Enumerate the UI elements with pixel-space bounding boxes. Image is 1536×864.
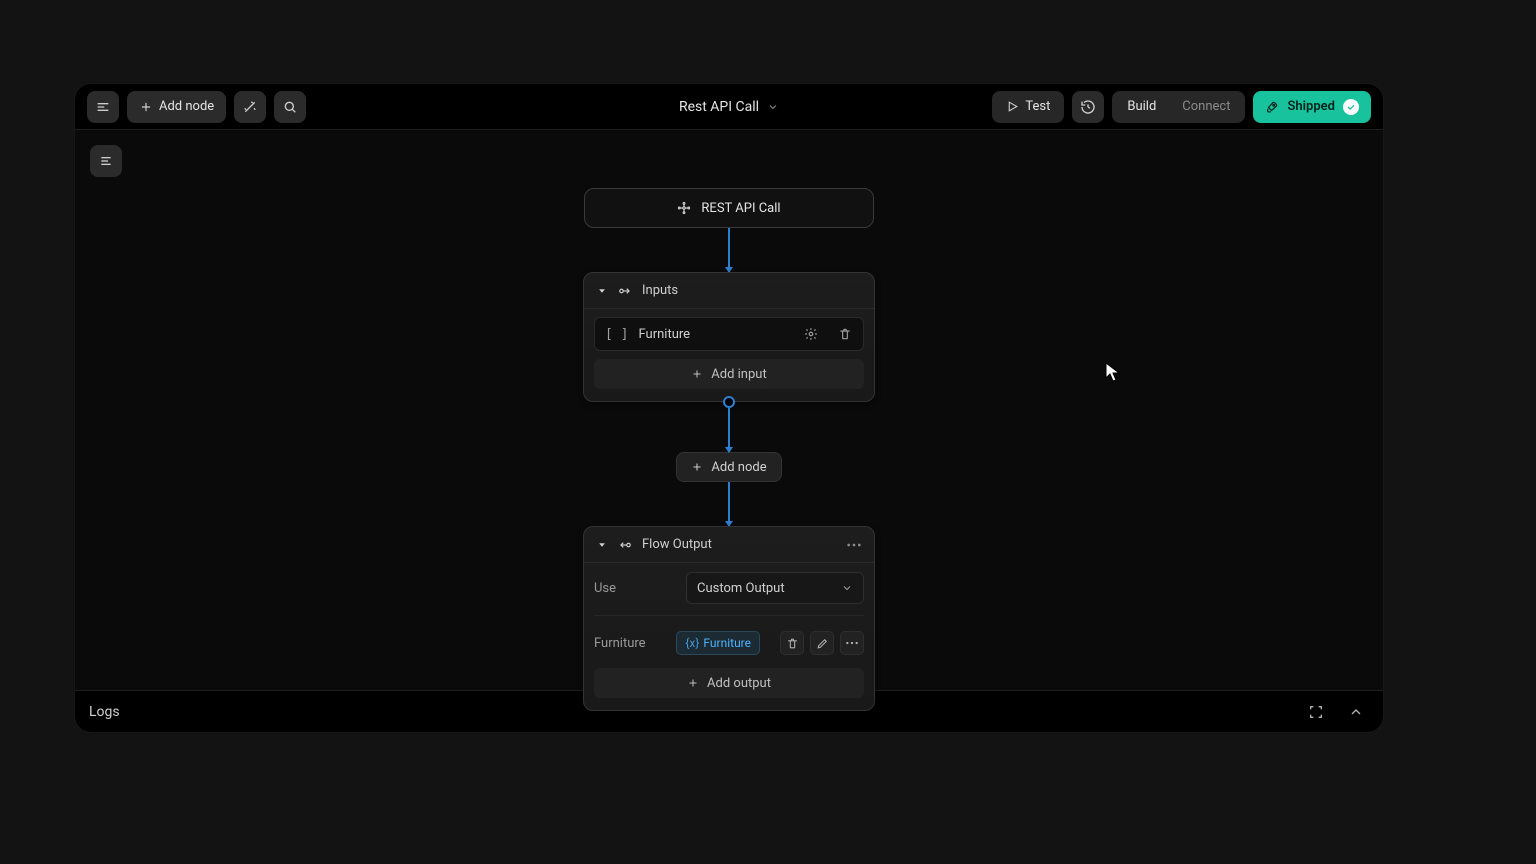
output-row-label: Furniture [594,636,666,651]
add-output-button[interactable]: Add output [594,668,864,698]
caret-down-icon [596,539,608,551]
inline-add-node[interactable]: Add node [676,452,781,482]
history-icon [1080,99,1096,115]
flow-column: REST API Call Inputs [ ] Furniture [583,188,875,711]
shipped-button[interactable]: Shipped [1253,91,1371,123]
top-bar: Add node Rest API Call Test [75,84,1383,130]
output-more-button[interactable] [846,543,862,547]
input-icon [618,284,632,298]
logs-label: Logs [89,704,120,720]
inputs-node[interactable]: Inputs [ ] Furniture [583,272,875,402]
flow-title-dropdown[interactable]: Rest API Call [679,99,779,115]
add-node-button[interactable]: Add node [127,91,226,123]
gear-icon [804,327,818,341]
cursor-icon [1105,362,1121,386]
plus-icon [687,677,699,689]
plus-icon [691,461,703,473]
chevron-up-icon [1348,704,1364,720]
logs-collapse-button[interactable] [1343,699,1369,725]
more-icon [846,543,862,547]
input-row[interactable]: [ ] Furniture [594,317,864,351]
play-icon [1006,100,1019,113]
trash-icon [838,327,852,341]
search-icon [282,99,298,115]
list-icon [98,153,114,169]
chip-label: Furniture [703,636,751,650]
output-port[interactable] [723,396,735,408]
chevron-down-icon [767,101,779,113]
array-icon: [ ] [605,327,628,342]
connector [728,228,730,272]
output-header[interactable]: Flow Output [584,527,874,563]
menu-button[interactable] [87,91,119,123]
add-node-label: Add node [159,99,214,114]
inputs-header[interactable]: Inputs [584,273,874,309]
inline-add-label: Add node [711,460,766,475]
history-button[interactable] [1072,91,1104,123]
magic-button[interactable] [234,91,266,123]
test-button[interactable]: Test [992,91,1064,123]
api-icon [677,201,691,215]
flow-title: Rest API Call [679,99,759,115]
connector [728,482,730,526]
logs-expand-button[interactable] [1303,699,1329,725]
use-select[interactable]: Custom Output [686,572,864,604]
trigger-node[interactable]: REST API Call [584,188,874,228]
connector [728,408,730,452]
use-value: Custom Output [697,581,785,596]
add-input-label: Add input [711,367,766,382]
app-window: Add node Rest API Call Test [75,84,1383,732]
input-settings-button[interactable] [799,322,823,346]
wand-icon [242,99,258,115]
mode-tabs: Build Connect [1112,91,1245,123]
inputs-title: Inputs [642,283,678,298]
test-label: Test [1025,99,1050,114]
output-chip[interactable]: {x} Furniture [676,631,760,655]
output-edit-button[interactable] [810,631,834,655]
plus-icon [691,368,703,380]
divider [594,615,864,616]
chevron-down-icon [841,582,853,594]
tab-build[interactable]: Build [1115,94,1168,120]
output-icon [618,538,632,552]
shipped-label: Shipped [1287,99,1335,114]
tab-connect[interactable]: Connect [1170,94,1242,120]
input-name: Furniture [638,327,789,342]
add-input-button[interactable]: Add input [594,359,864,389]
rocket-icon [1265,100,1279,114]
output-title: Flow Output [642,537,712,552]
check-icon [1343,99,1359,115]
add-output-label: Add output [707,676,771,691]
use-label: Use [594,581,676,596]
output-more-button[interactable] [840,631,864,655]
expand-icon [1308,704,1324,720]
menu-icon [95,99,111,115]
flow-canvas[interactable]: REST API Call Inputs [ ] Furniture [75,130,1383,690]
trigger-label: REST API Call [701,201,780,216]
input-delete-button[interactable] [833,322,857,346]
output-delete-button[interactable] [780,631,804,655]
more-icon [845,641,859,645]
search-button[interactable] [274,91,306,123]
caret-down-icon [596,285,608,297]
plus-icon [139,100,153,114]
flow-output-node[interactable]: Flow Output Use Custom Output [583,526,875,711]
sidebar-toggle[interactable] [90,145,122,177]
pencil-icon [816,637,829,650]
trash-icon [786,637,799,650]
